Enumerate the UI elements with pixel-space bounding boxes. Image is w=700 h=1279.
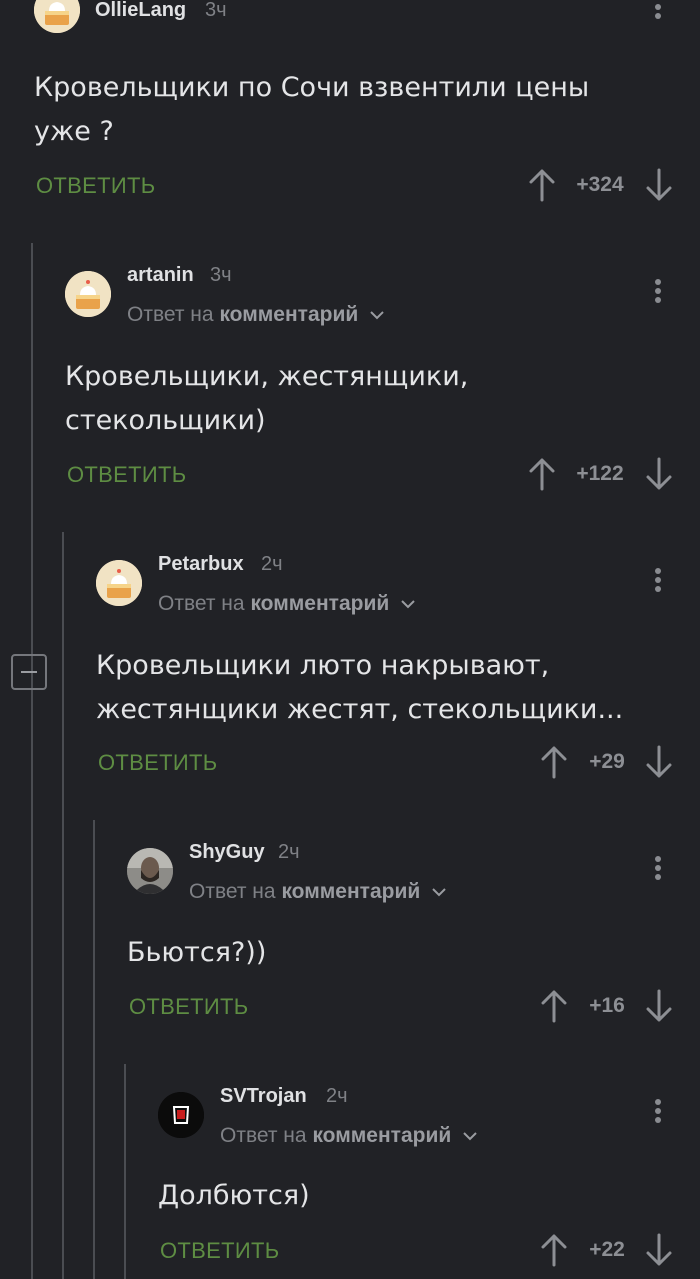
comment-time: 3ч [205, 0, 227, 21]
arrow-down-icon[interactable] [644, 168, 674, 202]
reply-to-prefix: Ответ на [158, 592, 245, 615]
comment-text-line-1: Долбются) [158, 1180, 310, 1211]
comment-score: +122 [576, 462, 624, 485]
username[interactable]: OllieLang [95, 0, 186, 22]
arrow-up-icon[interactable] [539, 745, 569, 779]
comment-text-line-1: Кровельщики по Сочи взвентили цены [34, 72, 590, 103]
comment-time: 2ч [326, 1085, 348, 1107]
reply-button[interactable]: ОТВЕТИТЬ [67, 462, 186, 488]
more-vertical-icon[interactable] [653, 4, 663, 22]
reply-button[interactable]: ОТВЕТИТЬ [36, 173, 155, 199]
comment-text-line-1: Кровельщики, жестянщики, [65, 361, 469, 392]
comment-time: 3ч [210, 264, 232, 286]
reply-to-prefix: Ответ на [127, 303, 214, 326]
more-vertical-icon[interactable] [653, 1099, 663, 1126]
arrow-down-icon[interactable] [644, 989, 674, 1023]
user-avatar[interactable] [96, 560, 142, 606]
user-avatar[interactable] [158, 1092, 204, 1138]
reply-button[interactable]: ОТВЕТИТЬ [160, 1238, 279, 1264]
comment-text-line-2: жестянщики жестят, стекольщики... [96, 694, 624, 725]
arrow-down-icon[interactable] [644, 457, 674, 491]
reply-to-target[interactable]: комментарий [250, 592, 389, 615]
chevron-down-icon[interactable] [401, 599, 415, 609]
arrow-up-icon[interactable] [527, 168, 557, 202]
thread-line-level-2 [62, 532, 64, 1279]
more-vertical-icon[interactable] [653, 568, 663, 595]
username[interactable]: Petarbux [158, 553, 244, 576]
reply-to-link[interactable]: Ответ на комментарий [158, 592, 415, 616]
arrow-down-icon[interactable] [644, 745, 674, 779]
user-avatar[interactable] [34, 0, 80, 33]
thread-line-level-1 [31, 243, 33, 1279]
comment-text-line-2: стекольщики) [65, 405, 266, 436]
comment-score: +324 [576, 173, 624, 196]
reply-to-link[interactable]: Ответ на комментарий [127, 303, 384, 327]
reply-to-target[interactable]: комментарий [281, 880, 420, 903]
cake-avatar-icon [34, 0, 80, 33]
reply-to-target[interactable]: комментарий [312, 1124, 451, 1147]
cake-avatar-icon [96, 560, 142, 606]
comment-text-line-2: уже ? [34, 116, 114, 147]
cake-avatar-icon [65, 271, 111, 317]
reply-button[interactable]: ОТВЕТИТЬ [98, 750, 217, 776]
comment-text-line-1: Кровельщики люто накрывают, [96, 650, 550, 681]
thread-line-level-3 [93, 820, 95, 1279]
arrow-down-icon[interactable] [644, 1233, 674, 1267]
comment-text-line-1: Бьются?)) [127, 937, 267, 968]
arrow-up-icon[interactable] [539, 1233, 569, 1267]
more-vertical-icon[interactable] [653, 279, 663, 306]
comment-score: +22 [589, 1238, 625, 1261]
chevron-down-icon[interactable] [432, 887, 446, 897]
collapse-thread-icon[interactable] [11, 654, 47, 690]
chevron-down-icon[interactable] [370, 310, 384, 320]
chevron-down-icon[interactable] [463, 1131, 477, 1141]
more-vertical-icon[interactable] [653, 856, 663, 883]
logo-avatar-icon [158, 1092, 204, 1138]
user-avatar[interactable] [65, 271, 111, 317]
username[interactable]: ShyGuy [189, 841, 265, 864]
comment-score: +29 [589, 750, 625, 773]
user-avatar[interactable] [127, 848, 173, 894]
comment-time: 2ч [278, 841, 300, 863]
comment-time: 2ч [261, 553, 283, 575]
reply-to-prefix: Ответ на [220, 1124, 307, 1147]
arrow-up-icon[interactable] [539, 989, 569, 1023]
reply-to-link[interactable]: Ответ на комментарий [220, 1124, 477, 1148]
reply-to-link[interactable]: Ответ на комментарий [189, 880, 446, 904]
comment-score: +16 [589, 994, 625, 1017]
username[interactable]: artanin [127, 264, 194, 287]
photo-avatar-icon [127, 848, 173, 894]
username[interactable]: SVTrojan [220, 1085, 307, 1108]
reply-to-prefix: Ответ на [189, 880, 276, 903]
reply-button[interactable]: ОТВЕТИТЬ [129, 994, 248, 1020]
thread-line-level-4 [124, 1064, 126, 1279]
reply-to-target[interactable]: комментарий [219, 303, 358, 326]
arrow-up-icon[interactable] [527, 457, 557, 491]
